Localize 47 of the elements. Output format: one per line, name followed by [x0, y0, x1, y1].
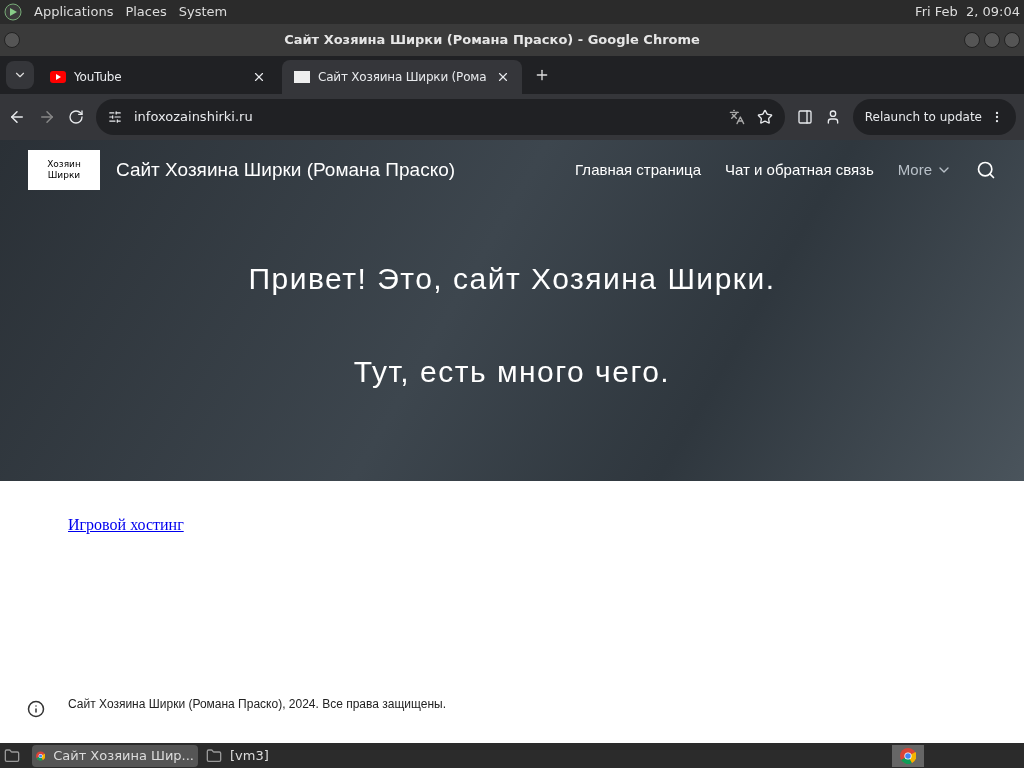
address-bar[interactable]: infoxozainshirki.ru [96, 99, 785, 135]
site-info-icon [108, 110, 122, 124]
relaunch-button[interactable]: Relaunch to update [852, 99, 1016, 135]
search-icon [976, 160, 996, 180]
chrome-icon [900, 747, 916, 764]
panel-menu[interactable]: Places [125, 2, 167, 22]
panel-menu[interactable]: System [178, 2, 228, 22]
close-icon [252, 70, 266, 84]
more-menu-button[interactable]: More [897, 158, 952, 182]
nav-link[interactable]: Чат и обратная связь [725, 158, 874, 182]
window-control-icon[interactable] [964, 32, 980, 48]
new-tab-icon [534, 67, 550, 83]
window-control-icon[interactable] [984, 32, 1000, 48]
back-icon [8, 108, 26, 126]
hero-heading: Тут, есть много чего. [353, 353, 671, 390]
forward-icon [38, 108, 56, 126]
tab-title: Сайт Хозяина Ширки (Рома [318, 69, 488, 86]
play-logo-icon [50, 71, 66, 83]
tab-search-button[interactable] [6, 61, 34, 89]
tab-title: YouTube [74, 69, 123, 86]
window-title: Сайт Хозяина Ширки (Романа Праско) - Google Chrome [284, 31, 700, 50]
show-desktop-icon [4, 747, 20, 764]
site-logo[interactable]: Хозяин Ширки [28, 150, 100, 190]
info-icon [27, 700, 45, 718]
panel-clock: Fri Feb 2, 09:04 [915, 3, 1020, 22]
url-text: infoxozainshirki.ru [134, 108, 253, 127]
browser-tab[interactable]: YouTube [38, 60, 278, 94]
distro-logo-icon [4, 3, 22, 21]
broken-image-link[interactable]: Игровой хостинг [68, 513, 184, 537]
panel-menu[interactable]: Applications [34, 2, 114, 22]
nav-link[interactable]: Главная страница [575, 158, 701, 182]
close-icon [496, 70, 510, 84]
bookmark-star-icon [756, 109, 773, 125]
tray-chrome-button[interactable] [892, 744, 924, 767]
taskbar-window-button[interactable]: [vm3] [202, 744, 368, 767]
page-favicon-icon [294, 71, 310, 83]
folder-icon [206, 747, 222, 764]
side-panel-icon [796, 109, 813, 125]
taskbar-window-button[interactable]: Сайт Хозяина Шир... [32, 744, 198, 767]
reload-icon [68, 109, 84, 125]
window-menu-icon[interactable] [4, 32, 20, 48]
hero-heading: Привет! Это, сайт Хозяина Ширки. [248, 260, 776, 297]
window-control-icon[interactable] [1004, 32, 1020, 48]
browser-tab[interactable]: Сайт Хозяина Ширки (Рома [282, 60, 522, 94]
site-title[interactable]: Сайт Хозяина Ширки (Романа Праско) [116, 155, 456, 185]
footer-copyright: Сайт Хозяина Ширки (Романа Праско), 2024. Все права защищены. [68, 696, 447, 713]
translate-icon [728, 109, 745, 125]
